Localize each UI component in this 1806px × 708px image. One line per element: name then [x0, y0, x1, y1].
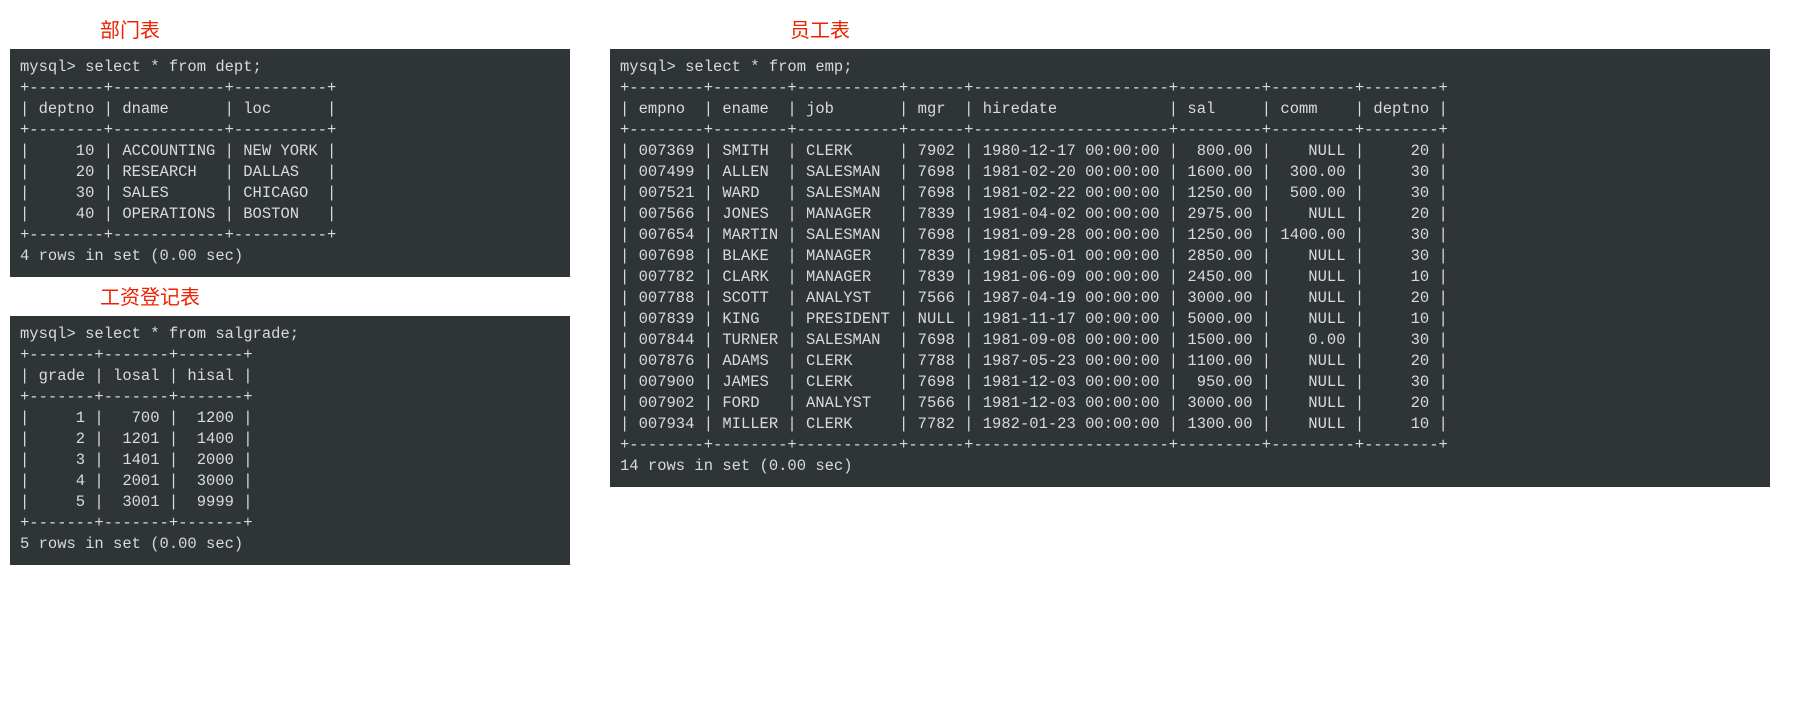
salgrade-caption: 工资登记表 [10, 281, 290, 310]
salgrade-terminal: mysql> select * from salgrade; +-------+… [10, 316, 570, 565]
emp-caption: 员工表 [790, 14, 1770, 43]
dept-caption: 部门表 [10, 14, 250, 43]
dept-terminal: mysql> select * from dept; +--------+---… [10, 49, 570, 277]
emp-terminal: mysql> select * from emp; +--------+----… [610, 49, 1770, 487]
